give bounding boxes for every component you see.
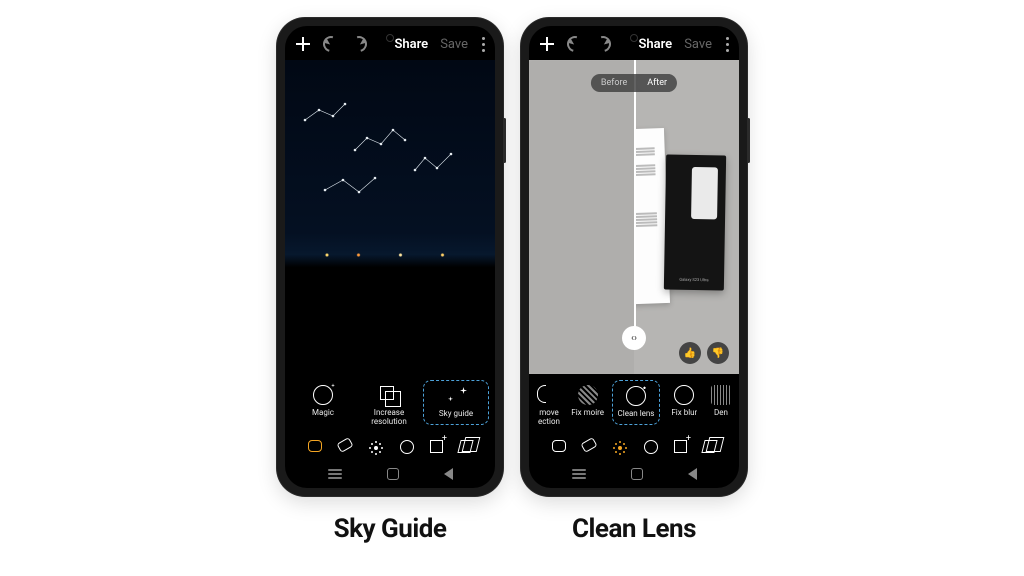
redo-icon[interactable] — [592, 33, 614, 55]
share-button[interactable]: Share — [638, 37, 672, 52]
before-after-toggle[interactable]: Before After — [591, 74, 677, 92]
tool-label: Den — [714, 409, 728, 418]
toggle-after[interactable]: After — [637, 74, 677, 92]
comparison-handle[interactable]: ‹› — [622, 326, 646, 350]
eraser-icon[interactable] — [336, 437, 353, 453]
nav-back-icon[interactable] — [444, 468, 453, 480]
image-viewport-document: The Galaxy Enhance-X App Galaxy S23 Ultr… — [529, 60, 739, 374]
circle-icon[interactable] — [644, 440, 658, 454]
sky-guide-icon — [446, 386, 466, 406]
nav-recents-icon[interactable] — [328, 473, 342, 475]
lasso-icon[interactable] — [552, 440, 566, 452]
tool-fix-blur[interactable]: Fix blur — [662, 380, 707, 423]
tool-denoise[interactable]: Den — [709, 380, 733, 423]
save-button: Save — [684, 37, 712, 52]
brightness-icon[interactable] — [374, 446, 378, 450]
tool-remove-reflection[interactable]: move ection — [535, 380, 563, 432]
feedback-buttons: 👍 👎 — [679, 342, 729, 364]
caption-clean-lens: Clean Lens — [521, 514, 747, 544]
nav-recents-icon[interactable] — [572, 473, 586, 475]
constellation-overlay — [285, 60, 495, 360]
editor-topbar: Share Save — [529, 26, 739, 60]
tool-magic[interactable]: Magic — [291, 380, 355, 423]
phone-clean-lens: Share Save The Galaxy Enhance-X App — [521, 18, 747, 496]
fix-blur-icon — [674, 385, 694, 405]
denoise-icon — [711, 385, 731, 405]
toggle-before[interactable]: Before — [591, 74, 637, 92]
circle-icon[interactable] — [400, 440, 414, 454]
save-button: Save — [440, 37, 468, 52]
thumbs-up-icon[interactable]: 👍 — [679, 342, 701, 364]
tool-label: move ection — [537, 409, 561, 427]
undo-icon[interactable] — [564, 33, 586, 55]
image-viewport-sky — [285, 60, 495, 374]
add-image-icon[interactable] — [674, 440, 687, 453]
camera-notch — [630, 34, 638, 42]
remove-reflection-icon — [539, 385, 559, 405]
fix-moire-icon — [578, 385, 598, 405]
lasso-icon[interactable] — [308, 440, 322, 452]
more-icon[interactable] — [482, 43, 485, 46]
undo-icon[interactable] — [320, 33, 342, 55]
redo-icon[interactable] — [348, 33, 370, 55]
bottom-tool-strip — [285, 434, 495, 460]
box-label: Galaxy S23 Ultra — [664, 276, 724, 282]
thumbs-down-icon[interactable]: 👎 — [707, 342, 729, 364]
clean-lens-icon — [626, 386, 646, 406]
comparison-divider[interactable] — [634, 60, 636, 338]
ai-tools-row: Magic Increase resolution Sky guide — [285, 374, 495, 434]
increase-resolution-icon — [379, 385, 399, 405]
tool-fix-moire[interactable]: Fix moire — [565, 380, 610, 423]
more-icon[interactable] — [726, 43, 729, 46]
tool-increase-resolution[interactable]: Increase resolution — [357, 380, 421, 432]
android-nav-bar — [529, 460, 739, 488]
nav-home-icon[interactable] — [631, 468, 643, 480]
tool-label: Increase resolution — [363, 409, 415, 427]
android-nav-bar — [285, 460, 495, 488]
ai-tools-row: move ection Fix moire Clean lens Fix blu… — [529, 374, 739, 434]
tool-label: Fix moire — [571, 409, 604, 418]
add-icon[interactable] — [295, 36, 311, 52]
layers-icon[interactable] — [457, 440, 473, 453]
share-button[interactable]: Share — [394, 37, 428, 52]
camera-notch — [386, 34, 394, 42]
product-box: Galaxy S23 Ultra — [664, 154, 726, 290]
nav-back-icon[interactable] — [688, 468, 697, 480]
tool-sky-guide[interactable]: Sky guide — [423, 380, 489, 425]
captions: Sky Guide Clean Lens — [277, 514, 747, 544]
add-image-icon[interactable] — [430, 440, 443, 453]
editor-topbar: Share Save — [285, 26, 495, 60]
layers-icon[interactable] — [701, 440, 717, 453]
tool-label: Fix blur — [671, 409, 697, 418]
phone-sky-guide: Share Save — [277, 18, 503, 496]
tool-label: Magic — [312, 409, 334, 418]
magic-icon — [313, 385, 333, 405]
brightness-icon[interactable] — [618, 446, 622, 450]
nav-home-icon[interactable] — [387, 468, 399, 480]
tool-label: Clean lens — [618, 410, 655, 419]
tool-label: Sky guide — [439, 410, 473, 419]
add-icon[interactable] — [539, 36, 555, 52]
eraser-icon[interactable] — [580, 437, 597, 453]
bottom-tool-strip — [529, 434, 739, 460]
caption-sky-guide: Sky Guide — [277, 514, 503, 544]
tool-clean-lens[interactable]: Clean lens — [612, 380, 659, 425]
